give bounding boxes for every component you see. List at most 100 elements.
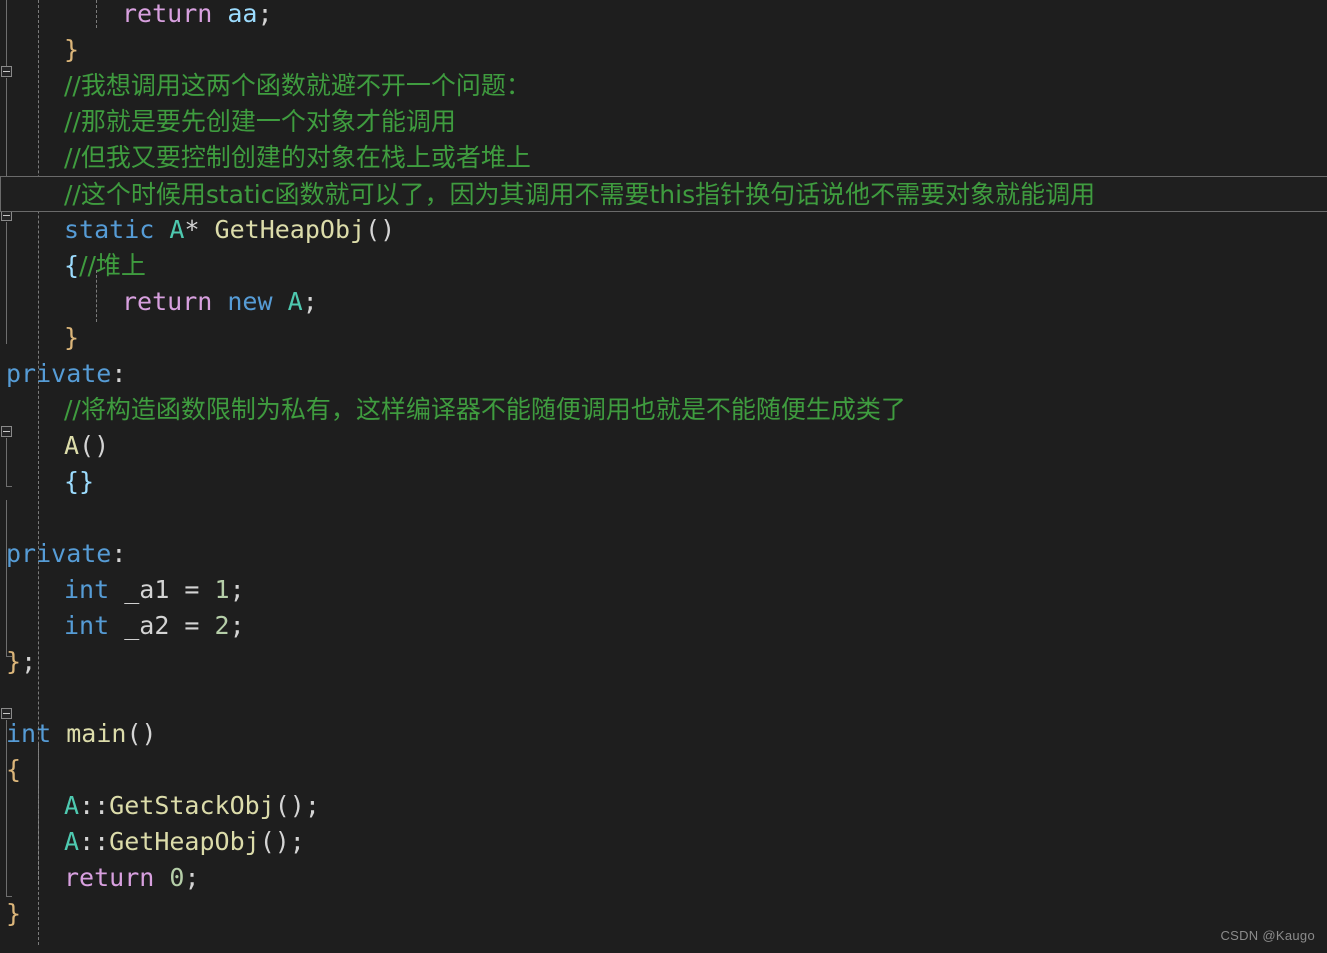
code-line-content: return 0; bbox=[0, 860, 200, 896]
code-token: int bbox=[64, 575, 110, 604]
code-line-content: } bbox=[0, 896, 21, 932]
code-token: { bbox=[64, 251, 80, 280]
code-line[interactable]: int _a2 = 2; bbox=[0, 608, 1327, 644]
code-line[interactable]: //将构造函数限制为私有，这样编译器不能随便调用也就是不能随便生成类了 bbox=[0, 392, 1327, 428]
code-token: 0 bbox=[169, 863, 185, 892]
code-token: _a2 bbox=[124, 611, 170, 640]
code-token: return bbox=[122, 0, 213, 28]
code-line[interactable]: }; bbox=[0, 644, 1327, 680]
code-line-content: return new A; bbox=[0, 284, 318, 320]
code-token: :: bbox=[79, 791, 110, 820]
code-line-content: A::GetStackObj(); bbox=[0, 788, 320, 824]
code-token: A bbox=[64, 827, 80, 856]
code-token: : bbox=[111, 359, 127, 388]
code-token: private bbox=[6, 359, 112, 388]
code-line[interactable]: return new A; bbox=[0, 284, 1327, 320]
code-token: A bbox=[287, 287, 303, 316]
code-line[interactable]: //我想调用这两个函数就避不开一个问题： bbox=[0, 68, 1327, 104]
code-token: ; bbox=[304, 791, 320, 820]
code-line[interactable]: return aa; bbox=[0, 0, 1327, 32]
code-line[interactable]: { bbox=[0, 752, 1327, 788]
code-line[interactable] bbox=[0, 500, 1327, 536]
code-token: //堆上 bbox=[79, 251, 146, 280]
code-token: new bbox=[227, 287, 273, 316]
code-token: GetStackObj bbox=[109, 791, 275, 820]
code-token: static bbox=[64, 215, 155, 244]
code-text-layer[interactable]: return aa;} //我想调用这两个函数就避不开一个问题： //那就是要先创建… bbox=[0, 0, 1327, 953]
code-token: GetHeapObj bbox=[109, 827, 260, 856]
code-token: //那就是要先创建一个对象才能调用 bbox=[64, 107, 456, 136]
code-line[interactable]: //那就是要先创建一个对象才能调用 bbox=[0, 104, 1327, 140]
code-token: } bbox=[64, 323, 80, 352]
code-line[interactable]: return 0; bbox=[0, 860, 1327, 896]
code-line[interactable]: private: bbox=[0, 536, 1327, 572]
code-token: = bbox=[169, 575, 215, 604]
code-token: 1 bbox=[214, 575, 230, 604]
code-token: :: bbox=[79, 827, 110, 856]
code-line-content: }; bbox=[0, 644, 36, 680]
code-line-content: private: bbox=[0, 356, 126, 392]
code-line[interactable]: A::GetHeapObj(); bbox=[0, 824, 1327, 860]
code-line-content: } bbox=[0, 320, 79, 356]
code-line-content: //这个时候用static函数就可以了，因为其调用不需要this指针换句话说他不… bbox=[0, 177, 1095, 213]
code-token: () bbox=[79, 431, 110, 460]
code-line-content: {} bbox=[0, 464, 94, 500]
code-token: { bbox=[6, 755, 22, 784]
code-token: //但我又要控制创建的对象在栈上或者堆上 bbox=[64, 143, 531, 172]
code-line-content: int main() bbox=[0, 716, 157, 752]
code-line-content: int _a1 = 1; bbox=[0, 572, 245, 608]
code-editor-viewport[interactable]: return aa;} //我想调用这两个函数就避不开一个问题： //那就是要先创建… bbox=[0, 0, 1327, 953]
current-line-left-border bbox=[0, 176, 1, 212]
code-token: () bbox=[274, 791, 305, 820]
code-token: A bbox=[64, 791, 80, 820]
code-line[interactable]: } bbox=[0, 896, 1327, 932]
code-line-content: //将构造函数限制为私有，这样编译器不能随便调用也就是不能随便生成类了 bbox=[0, 392, 906, 428]
code-token: () bbox=[126, 719, 157, 748]
code-line-content: A() bbox=[0, 428, 109, 464]
code-line-content: //我想调用这两个函数就避不开一个问题： bbox=[0, 68, 531, 104]
code-token: GetHeapObj bbox=[214, 215, 366, 244]
code-line-content: static A* GetHeapObj() bbox=[0, 212, 395, 248]
code-line[interactable] bbox=[0, 680, 1327, 716]
code-token: aa bbox=[227, 0, 258, 28]
code-line[interactable]: {//堆上 bbox=[0, 248, 1327, 284]
code-line[interactable]: {} bbox=[0, 464, 1327, 500]
code-token: ; bbox=[289, 827, 305, 856]
code-line[interactable]: A::GetStackObj(); bbox=[0, 788, 1327, 824]
code-line[interactable]: int main() bbox=[0, 716, 1327, 752]
code-token: ; bbox=[229, 611, 245, 640]
code-token: * bbox=[184, 215, 215, 244]
code-line-current[interactable]: //这个时候用static函数就可以了，因为其调用不需要this指针换句话说他不… bbox=[0, 176, 1327, 212]
code-token: } bbox=[6, 647, 22, 676]
code-line-content: int _a2 = 2; bbox=[0, 608, 245, 644]
code-token: A bbox=[64, 431, 80, 460]
code-token: : bbox=[111, 539, 127, 568]
code-line-content: return aa; bbox=[0, 0, 273, 32]
code-token: return bbox=[64, 863, 155, 892]
code-token: ; bbox=[229, 575, 245, 604]
code-token: //将构造函数限制为私有，这样编译器不能随便调用也就是不能随便生成类了 bbox=[64, 395, 906, 424]
code-line[interactable]: static A* GetHeapObj() bbox=[0, 212, 1327, 248]
code-line[interactable]: private: bbox=[0, 356, 1327, 392]
code-token: private bbox=[6, 539, 112, 568]
csdn-watermark: CSDN @Kaugo bbox=[1220, 928, 1315, 943]
code-line-content: //但我又要控制创建的对象在栈上或者堆上 bbox=[0, 140, 531, 176]
code-token: } bbox=[64, 35, 80, 64]
code-line[interactable]: int _a1 = 1; bbox=[0, 572, 1327, 608]
code-line-content: } bbox=[0, 32, 79, 68]
code-token: {} bbox=[64, 467, 95, 496]
code-line[interactable]: } bbox=[0, 32, 1327, 68]
code-token: () bbox=[259, 827, 290, 856]
code-line[interactable]: //但我又要控制创建的对象在栈上或者堆上 bbox=[0, 140, 1327, 176]
code-token: //这个时候用static函数就可以了，因为其调用不需要this指针换句话说他不… bbox=[64, 180, 1096, 209]
code-line[interactable]: } bbox=[0, 320, 1327, 356]
code-line[interactable]: A() bbox=[0, 428, 1327, 464]
